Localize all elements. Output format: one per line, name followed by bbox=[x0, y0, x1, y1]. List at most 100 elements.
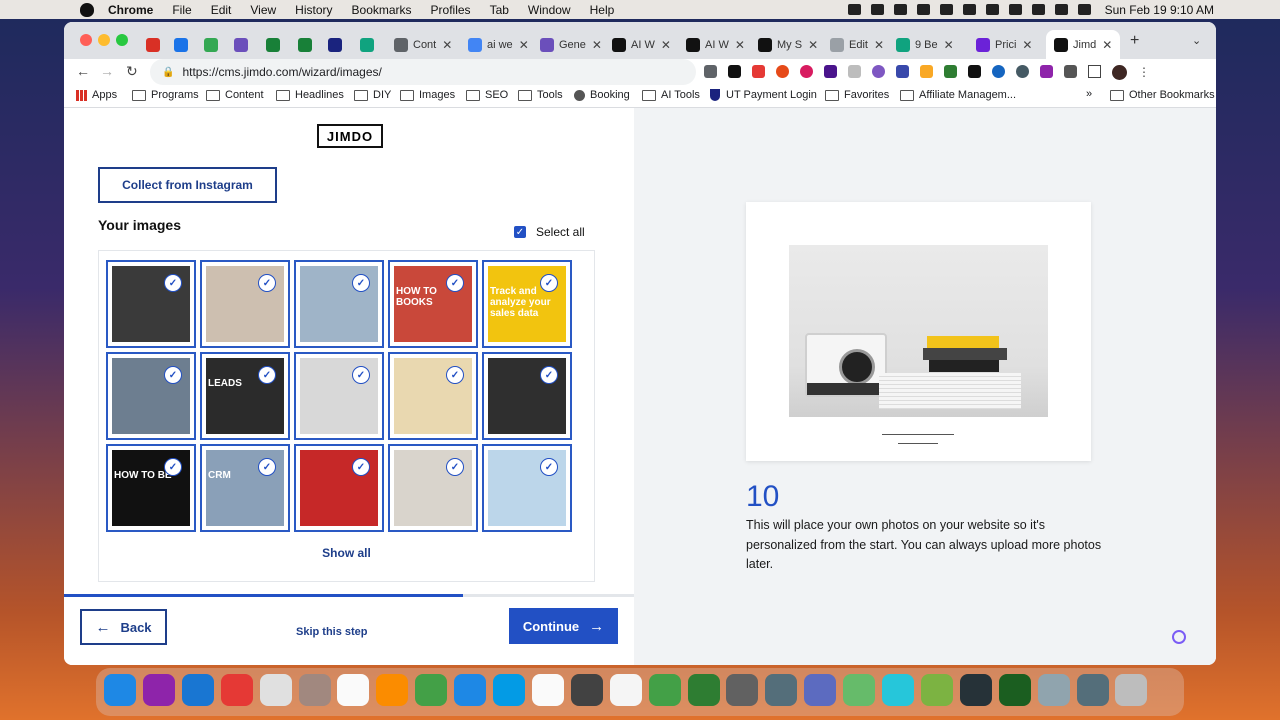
back-arrow-icon[interactable]: ← bbox=[76, 63, 90, 79]
tab-close-icon[interactable]: ✕ bbox=[944, 38, 954, 52]
image-tile-devices[interactable]: ✓ bbox=[388, 444, 478, 532]
browser-tab[interactable] bbox=[266, 30, 285, 59]
image-tile-hand-sky[interactable]: ✓ bbox=[482, 444, 572, 532]
bookmarks-overflow-icon[interactable]: » bbox=[1086, 88, 1092, 100]
dock-app-icon[interactable] bbox=[337, 674, 370, 706]
selected-check-icon[interactable]: ✓ bbox=[446, 366, 464, 384]
browser-tab[interactable]: ai we ✕ bbox=[468, 30, 529, 59]
printer-icon[interactable] bbox=[939, 4, 953, 15]
image-tile-tools-collage[interactable]: ✓ bbox=[106, 260, 196, 348]
image-tile-track-sales[interactable]: Track and analyze your sales data ✓ bbox=[482, 260, 572, 348]
address-url[interactable]: https://cms.jimdo.com/wizard/images/ bbox=[182, 65, 381, 79]
extension-icon[interactable] bbox=[872, 65, 885, 78]
selected-check-icon[interactable]: ✓ bbox=[258, 274, 276, 292]
dock-app-icon[interactable] bbox=[298, 674, 331, 706]
checkbox-checked-icon[interactable]: ✓ bbox=[514, 226, 526, 238]
avatar[interactable] bbox=[1112, 65, 1127, 80]
dock-app-icon[interactable] bbox=[765, 674, 798, 706]
browser-tab[interactable] bbox=[146, 30, 165, 59]
bookmark-booking[interactable]: Booking bbox=[574, 89, 630, 101]
puzzle-icon[interactable] bbox=[1064, 65, 1077, 78]
menubar-clock[interactable]: Sun Feb 19 9:10 AM bbox=[1105, 3, 1214, 17]
bookmark-favorites[interactable]: Favorites bbox=[825, 89, 889, 101]
tab-close-icon[interactable]: ✕ bbox=[808, 38, 818, 52]
extension-icon[interactable] bbox=[800, 65, 813, 78]
bookmark-tools[interactable]: Tools bbox=[518, 89, 563, 101]
dock-app-icon[interactable] bbox=[843, 674, 876, 706]
extension-icon[interactable] bbox=[992, 65, 1005, 78]
dock-app-icon[interactable] bbox=[376, 674, 409, 706]
side-panel-icon[interactable] bbox=[1088, 65, 1101, 78]
extension-icon[interactable] bbox=[944, 65, 957, 78]
dock-app-icon[interactable] bbox=[1115, 674, 1148, 706]
tab-close-icon[interactable]: ✕ bbox=[1102, 38, 1112, 52]
dock-app-icon[interactable] bbox=[609, 674, 642, 706]
dock-app-icon[interactable] bbox=[920, 674, 953, 706]
browser-tab[interactable] bbox=[360, 30, 379, 59]
image-tile-laptop-typing[interactable]: ✓ bbox=[294, 260, 384, 348]
image-tile-woman-book[interactable]: HOW TO BE ✓ bbox=[106, 444, 196, 532]
bookmark-ai-tools[interactable]: AI Tools bbox=[642, 89, 700, 101]
browser-tab[interactable] bbox=[328, 30, 347, 59]
screen-record-icon[interactable] bbox=[847, 4, 861, 15]
continue-button[interactable]: Continue → bbox=[509, 608, 618, 644]
siri-icon[interactable] bbox=[1077, 4, 1091, 15]
bookmark-images[interactable]: Images bbox=[400, 89, 455, 101]
dock-app-icon[interactable] bbox=[259, 674, 292, 706]
image-tile-crm[interactable]: CRM ✓ bbox=[200, 444, 290, 532]
reload-icon[interactable]: ↻ bbox=[126, 63, 138, 80]
selected-check-icon[interactable]: ✓ bbox=[164, 274, 182, 292]
dock-app-icon[interactable] bbox=[959, 674, 992, 706]
control-center-icon[interactable] bbox=[1054, 4, 1068, 15]
new-tab-button[interactable]: + bbox=[1130, 32, 1139, 50]
menu-help[interactable]: Help bbox=[590, 3, 615, 17]
dock-app-icon[interactable] bbox=[142, 674, 175, 706]
extension-icon[interactable] bbox=[1040, 65, 1053, 78]
selected-check-icon[interactable]: ✓ bbox=[540, 458, 558, 476]
menu-history[interactable]: History bbox=[295, 3, 332, 17]
browser-tab[interactable]: Cont ✕ bbox=[394, 30, 452, 59]
dock-app-icon[interactable] bbox=[1037, 674, 1070, 706]
check-icon[interactable] bbox=[916, 4, 930, 15]
dock-app-icon[interactable] bbox=[181, 674, 214, 706]
image-tile-quote-circle[interactable]: ✓ bbox=[294, 444, 384, 532]
menu-profiles[interactable]: Profiles bbox=[431, 3, 471, 17]
close-window-button[interactable] bbox=[80, 34, 92, 46]
image-tile-fruit-sunglasses[interactable]: ✓ bbox=[388, 352, 478, 440]
zoom-window-button[interactable] bbox=[116, 34, 128, 46]
dock-app-icon[interactable] bbox=[531, 674, 564, 706]
extension-icon[interactable] bbox=[968, 65, 981, 78]
selected-check-icon[interactable]: ✓ bbox=[258, 458, 276, 476]
browser-tab[interactable]: Edit ✕ bbox=[830, 30, 884, 59]
skip-step-link[interactable]: Skip this step bbox=[296, 626, 368, 638]
menu-file[interactable]: File bbox=[172, 3, 191, 17]
selected-check-icon[interactable]: ✓ bbox=[164, 458, 182, 476]
image-tile-meeting[interactable]: ✓ bbox=[294, 352, 384, 440]
browser-tab[interactable] bbox=[298, 30, 317, 59]
keyboard-icon[interactable] bbox=[962, 4, 976, 15]
selected-check-icon[interactable]: ✓ bbox=[258, 366, 276, 384]
tab-close-icon[interactable]: ✕ bbox=[519, 38, 529, 52]
browser-tab[interactable] bbox=[204, 30, 223, 59]
browser-tab[interactable]: AI W ✕ bbox=[612, 30, 671, 59]
browser-tab[interactable]: Prici ✕ bbox=[976, 30, 1032, 59]
extension-icon[interactable] bbox=[776, 65, 789, 78]
bookmark-affiliate[interactable]: Affiliate Managem... bbox=[900, 89, 1016, 101]
extension-icon[interactable] bbox=[824, 65, 837, 78]
bookmark-programs[interactable]: Programs bbox=[132, 89, 199, 101]
extension-icon[interactable] bbox=[920, 65, 933, 78]
extension-icon[interactable] bbox=[752, 65, 765, 78]
image-tile-how-to-books[interactable]: HOW TO BOOKS ✓ bbox=[388, 260, 478, 348]
wifi-icon[interactable] bbox=[1031, 4, 1045, 15]
selected-check-icon[interactable]: ✓ bbox=[540, 366, 558, 384]
selected-check-icon[interactable]: ✓ bbox=[446, 458, 464, 476]
dock-app-icon[interactable] bbox=[804, 674, 837, 706]
selected-check-icon[interactable]: ✓ bbox=[352, 274, 370, 292]
dock-app-icon[interactable] bbox=[882, 674, 914, 706]
dock-app-icon[interactable] bbox=[415, 674, 448, 706]
menu-view[interactable]: View bbox=[250, 3, 276, 17]
browser-tab[interactable]: 9 Be ✕ bbox=[896, 30, 954, 59]
browser-tab[interactable] bbox=[174, 30, 193, 59]
tab-close-icon[interactable]: ✕ bbox=[735, 38, 745, 52]
address-bar[interactable]: 🔒 https://cms.jimdo.com/wizard/images/ bbox=[150, 59, 696, 85]
